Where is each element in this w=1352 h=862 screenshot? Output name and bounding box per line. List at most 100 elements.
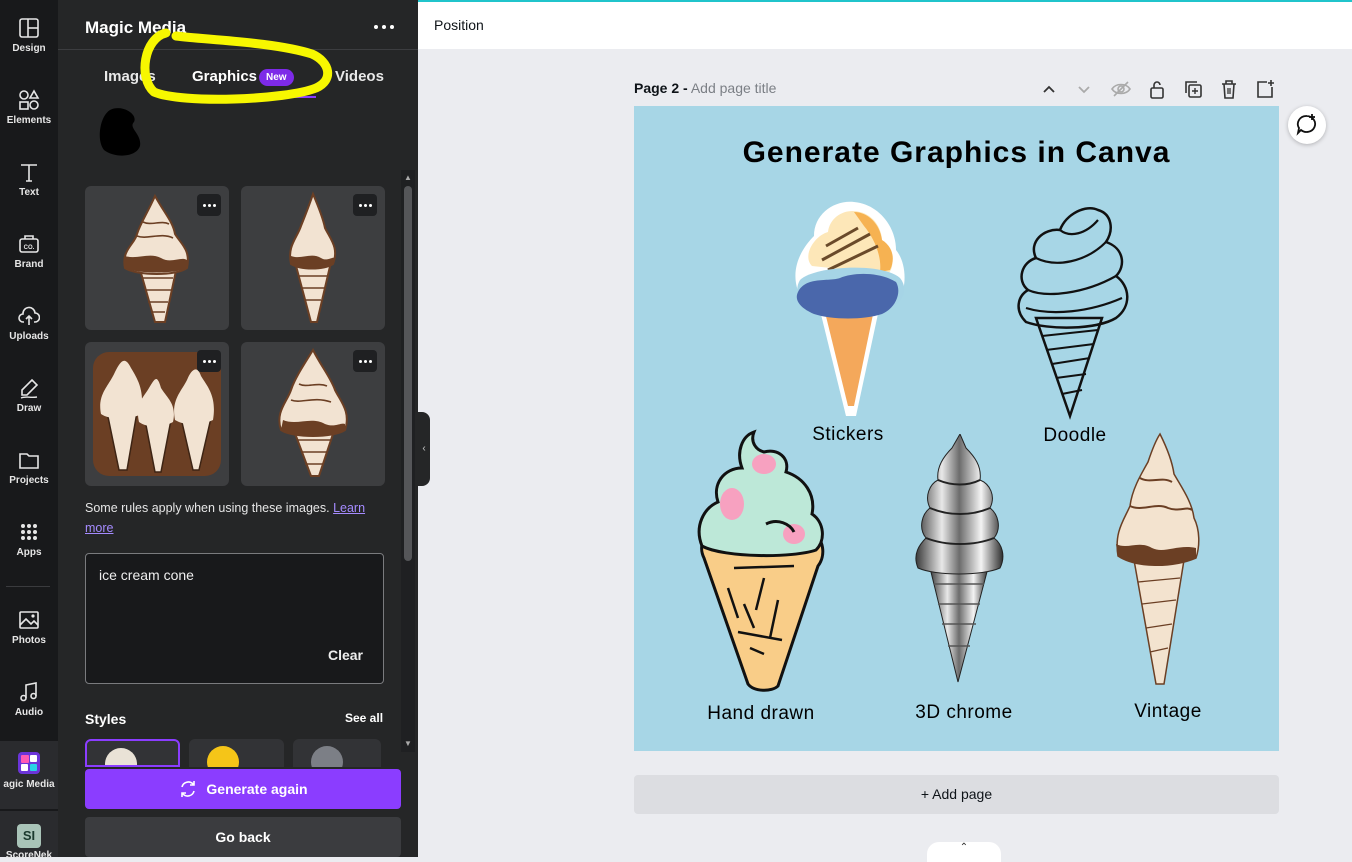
rail-label: Brand xyxy=(14,259,44,270)
hide-eye-icon[interactable] xyxy=(1110,78,1132,100)
result-thumbnail[interactable] xyxy=(241,186,385,330)
chrome-ice-cream-graphic[interactable] xyxy=(912,434,1007,684)
redaction-blob xyxy=(99,108,141,156)
go-back-button[interactable]: Go back xyxy=(85,817,401,857)
design-canvas[interactable]: Generate Graphics in Canva Stickers Dood… xyxy=(634,106,1279,751)
panel-title: Magic Media xyxy=(85,18,187,37)
comment-plus-icon xyxy=(1296,114,1316,136)
rail-item-design[interactable]: Design xyxy=(0,5,58,73)
image-icon xyxy=(19,611,39,629)
rail-item-draw[interactable]: Draw xyxy=(0,365,58,433)
svg-text:CO.: CO. xyxy=(24,245,35,251)
rail-item-photos[interactable]: Photos xyxy=(0,597,58,665)
scroll-down-arrow-icon[interactable]: ▼ xyxy=(401,738,415,750)
doodle-ice-cream-graphic[interactable] xyxy=(1006,198,1136,423)
prompt-value[interactable]: ice cream cone xyxy=(99,567,194,583)
side-rail: Design Elements Text CO. Brand Uploads D… xyxy=(0,0,58,861)
rail-item-brand[interactable]: CO. Brand xyxy=(0,221,58,289)
more-options-icon[interactable] xyxy=(353,194,377,216)
usage-rules-text: Some rules apply when using these images… xyxy=(85,498,385,538)
see-all-link[interactable]: See all xyxy=(345,711,383,725)
hand-drawn-ice-cream-graphic[interactable] xyxy=(694,428,829,693)
style-option[interactable] xyxy=(293,739,381,767)
chevron-up-icon[interactable] xyxy=(1038,78,1060,100)
add-page-button[interactable]: + Add page xyxy=(634,775,1279,814)
result-thumbnail[interactable] xyxy=(85,186,229,330)
refresh-icon xyxy=(181,780,196,797)
add-page-icon[interactable] xyxy=(1254,78,1276,100)
tab-graphics[interactable]: Graphics xyxy=(192,68,257,85)
rail-label: ScoreNek xyxy=(5,850,53,861)
tab-videos[interactable]: Videos xyxy=(335,68,384,85)
brand-icon: CO. xyxy=(19,235,39,253)
canvas-heading[interactable]: Generate Graphics in Canva xyxy=(634,136,1279,170)
rail-label: agic Media xyxy=(3,779,55,790)
shapes-icon xyxy=(19,89,40,110)
rail-label: Photos xyxy=(12,635,46,646)
collapse-panel-handle[interactable]: ‹ xyxy=(418,412,430,486)
folder-icon xyxy=(19,453,39,469)
divider xyxy=(58,49,418,50)
style-option[interactable] xyxy=(189,739,284,767)
rail-item-uploads[interactable]: Uploads xyxy=(0,293,58,361)
more-options-icon[interactable] xyxy=(197,350,221,372)
rail-item-projects[interactable]: Projects xyxy=(0,437,58,505)
editor-toolbar: Position xyxy=(418,0,1352,49)
generate-label: Generate again xyxy=(206,781,308,797)
duplicate-icon[interactable] xyxy=(1182,78,1204,100)
layout-icon xyxy=(19,18,39,38)
label-hand-drawn[interactable]: Hand drawn xyxy=(681,703,841,725)
page-header: Page 2 - Add page title xyxy=(634,80,776,96)
magic-media-panel: Magic Media Images Graphics New Videos S… xyxy=(58,0,418,857)
active-tab-indicator xyxy=(190,96,316,98)
lock-icon[interactable] xyxy=(1146,78,1168,100)
rules-text: Some rules apply when using these images… xyxy=(85,501,330,515)
rail-item-app-si[interactable]: SI ScoreNek xyxy=(0,811,58,861)
style-option[interactable] xyxy=(85,739,180,767)
apps-grid-icon xyxy=(21,524,37,540)
page-number: Page 2 - xyxy=(634,80,688,96)
more-options-icon[interactable] xyxy=(353,350,377,372)
rail-item-elements[interactable]: Elements xyxy=(0,77,58,145)
rail-label: Projects xyxy=(9,475,49,486)
position-button[interactable]: Position xyxy=(434,17,484,33)
text-icon xyxy=(21,164,37,182)
chevron-down-icon[interactable] xyxy=(1073,78,1095,100)
app-si-icon: SI xyxy=(17,824,41,848)
rail-label: Design xyxy=(12,43,46,54)
sticker-ice-cream-graphic[interactable] xyxy=(784,196,914,421)
add-comment-button[interactable] xyxy=(1288,106,1326,144)
rail-item-text[interactable]: Text xyxy=(0,149,58,217)
rail-label: Elements xyxy=(6,115,52,126)
rail-item-magic-media[interactable]: agic Media xyxy=(0,741,58,809)
rail-label: Draw xyxy=(16,403,42,414)
magic-media-icon xyxy=(18,752,40,774)
label-3d-chrome[interactable]: 3D chrome xyxy=(884,702,1044,724)
generate-again-button[interactable]: Generate again xyxy=(85,769,401,809)
rail-item-apps[interactable]: Apps xyxy=(0,509,58,577)
prompt-input[interactable]: ice cream cone Clear xyxy=(85,553,384,684)
rail-label: Apps xyxy=(16,547,42,558)
music-note-icon xyxy=(20,682,37,702)
rail-divider xyxy=(6,586,50,587)
expand-pages-tab[interactable]: ⌃ xyxy=(927,842,1001,862)
rail-label: Audio xyxy=(14,707,44,718)
chevron-up-icon: ⌃ xyxy=(959,842,969,853)
result-thumbnail[interactable] xyxy=(241,342,385,486)
result-thumbnail[interactable] xyxy=(85,342,229,486)
tab-images[interactable]: Images xyxy=(104,68,156,85)
more-options-icon[interactable] xyxy=(197,194,221,216)
label-vintage[interactable]: Vintage xyxy=(1088,701,1248,723)
more-options-icon[interactable] xyxy=(372,18,396,36)
rail-label: Text xyxy=(19,187,39,198)
scrollbar-thumb[interactable] xyxy=(404,186,412,561)
page-title-input[interactable]: Add page title xyxy=(691,80,777,96)
scroll-up-arrow-icon[interactable]: ▲ xyxy=(401,172,415,184)
styles-heading: Styles xyxy=(85,711,127,727)
vintage-ice-cream-graphic[interactable] xyxy=(1112,432,1202,687)
rail-item-audio[interactable]: Audio xyxy=(0,669,58,737)
trash-icon[interactable] xyxy=(1218,78,1240,100)
clear-button[interactable]: Clear xyxy=(328,647,363,663)
new-badge: New xyxy=(259,69,294,86)
pen-icon xyxy=(20,378,39,399)
